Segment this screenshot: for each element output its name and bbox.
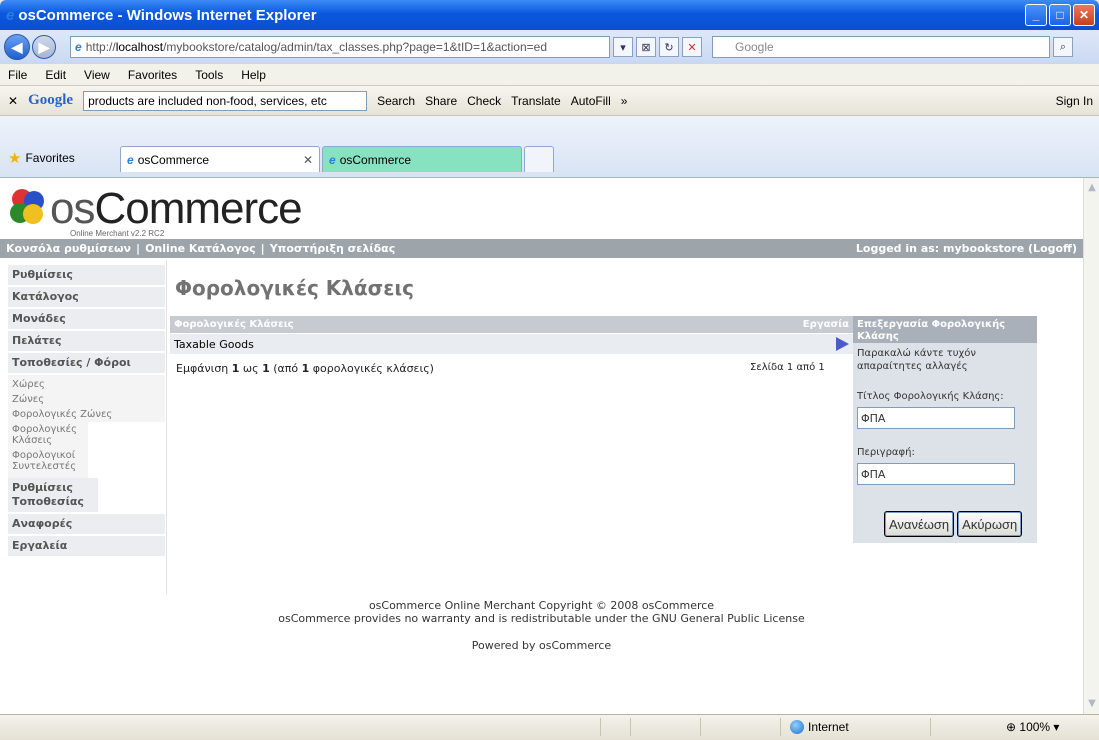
sidebar-item-location-settings[interactable]: Ρυθμίσεις Τοποθεσίας <box>8 478 98 513</box>
refresh-button[interactable]: ↻ <box>659 37 679 57</box>
favorites-button[interactable]: ★ Favorites <box>8 149 75 167</box>
back-button[interactable]: ◀ <box>4 34 30 60</box>
title-bar: e osCommerce - Windows Internet Explorer… <box>0 0 1099 30</box>
close-tab-icon[interactable]: ✕ <box>303 153 313 167</box>
description-label: Περιγραφή: <box>857 447 915 458</box>
online-catalog-link[interactable]: Online Κατάλογος <box>145 242 256 255</box>
edit-intro: Παρακαλώ κάντε τυχόν απαραίτητες αλλαγές <box>857 348 976 372</box>
license-text: osCommerce provides no warranty and is r… <box>278 612 805 625</box>
zoom-level[interactable]: ⊕ 100% ▾ <box>1006 720 1059 734</box>
menu-help[interactable]: Help <box>241 68 266 82</box>
sidebar-sub-tax-classes[interactable]: Φορολογικές Κλάσεις <box>8 422 88 448</box>
maximize-button[interactable]: □ <box>1049 4 1071 26</box>
cancel-button[interactable]: Ακύρωση <box>957 511 1023 537</box>
edit-panel-heading: Επεξεργασία Φορολογικής Κλάσης <box>853 316 1037 343</box>
compatibility-icon[interactable]: ⊠ <box>636 37 656 57</box>
address-row: ◀ ▶ e http://localhost/mybookstore/catal… <box>0 30 1099 64</box>
ie-tab-icon: e <box>329 152 336 167</box>
sidebar-item-reports[interactable]: Αναφορές <box>8 514 165 535</box>
edit-panel: Παρακαλώ κάντε τυχόν απαραίτητες αλλαγές… <box>853 343 1037 543</box>
star-icon: ★ <box>8 150 22 167</box>
tax-class-description-input[interactable]: ΦΠΑ <box>857 463 1015 485</box>
footer: osCommerce Online Merchant Copyright © 2… <box>0 599 1083 652</box>
admin-console-link[interactable]: Κονσόλα ρυθμίσεων <box>6 242 131 255</box>
status-bar: Internet ⊕ 100% ▾ <box>0 714 1099 740</box>
powered-by-link[interactable]: Powered by osCommerce <box>0 639 1083 652</box>
selected-arrow-icon <box>836 337 849 351</box>
sidebar-item-catalog[interactable]: Κατάλογος <box>8 287 165 308</box>
tax-class-name: Taxable Goods <box>174 337 254 351</box>
tab-oscommerce-2[interactable]: e osCommerce <box>322 146 522 172</box>
window-title: osCommerce - Windows Internet Explorer <box>18 6 317 24</box>
logged-in-status[interactable]: Logged in as: mybookstore (Logoff) <box>856 242 1077 255</box>
sidebar-sub-tax-zones[interactable]: Φορολογικές Ζώνες <box>8 407 165 422</box>
scroll-down-icon[interactable]: ▼ <box>1086 698 1098 710</box>
google-search-button[interactable]: Search <box>377 94 415 108</box>
table-row[interactable]: Taxable Goods <box>170 334 853 354</box>
stop-button[interactable]: ✕ <box>682 37 702 57</box>
sidebar-item-locations[interactable]: Τοποθεσίες / Φόροι <box>8 353 165 374</box>
address-bar[interactable]: e http://localhost/mybookstore/catalog/a… <box>70 36 610 58</box>
column-action: Εργασία <box>802 319 849 330</box>
page-title: Φορολογικές Κλάσεις <box>175 276 415 300</box>
admin-header-bar: Κονσόλα ρυθμίσεων | Online Κατάλογος | Υ… <box>0 239 1083 258</box>
pager-info: Εμφάνιση 1 ως 1 (από 1 φορολογικές κλάσε… <box>176 362 434 375</box>
favorites-tab-bar: ★ Favorites e osCommerce ✕ e osCommerce <box>0 116 1099 178</box>
sidebar-item-modules[interactable]: Μονάδες <box>8 309 165 330</box>
menu-view[interactable]: View <box>84 68 110 82</box>
menu-bar: File Edit View Favorites Tools Help <box>0 64 1099 86</box>
sidebar: Ρυθμίσεις Κατάλογος Μονάδες Πελάτες Τοπο… <box>8 265 165 558</box>
browser-window: e osCommerce - Windows Internet Explorer… <box>0 0 1099 740</box>
tab-oscommerce-1[interactable]: e osCommerce ✕ <box>120 146 320 172</box>
google-translate-button[interactable]: Translate <box>511 94 561 108</box>
ie-tab-icon: e <box>127 152 134 167</box>
google-check-button[interactable]: Check <box>467 94 501 108</box>
page-icon: e <box>75 40 82 54</box>
copyright-text: osCommerce Online Merchant Copyright © 2… <box>368 599 715 612</box>
sidebar-item-settings[interactable]: Ρυθμίσεις <box>8 265 165 286</box>
menu-edit[interactable]: Edit <box>45 68 66 82</box>
forward-button[interactable]: ▶ <box>32 35 56 59</box>
google-query-input[interactable]: products are included non-food, services… <box>83 90 368 111</box>
security-zone[interactable]: Internet <box>790 720 849 734</box>
menu-favorites[interactable]: Favorites <box>128 68 177 82</box>
close-toolbar-icon[interactable]: ✕ <box>8 94 18 108</box>
sign-in-button[interactable]: Sign In <box>1056 94 1093 108</box>
table-header: Φορολογικές Κλάσεις Εργασία <box>170 316 853 333</box>
new-tab-button[interactable] <box>524 146 554 172</box>
minimize-button[interactable]: _ <box>1025 4 1047 26</box>
sidebar-sub-zones[interactable]: Ζώνες <box>8 392 165 407</box>
menu-file[interactable]: File <box>8 68 27 82</box>
globe-icon <box>790 720 804 734</box>
google-toolbar: ✕ Google products are included non-food,… <box>0 86 1099 116</box>
vertical-scrollbar[interactable]: ▲ ▼ <box>1083 178 1099 714</box>
page-content: osCommerce Online Merchant v2.2 RC2 Κονσ… <box>0 178 1083 714</box>
search-box[interactable]: Google <box>712 36 1050 58</box>
google-logo: Google <box>28 92 74 108</box>
oscommerce-logo[interactable]: osCommerce Online Merchant v2.2 RC2 <box>8 187 303 238</box>
scroll-up-icon[interactable]: ▲ <box>1086 182 1098 194</box>
support-site-link[interactable]: Υποστήριξη σελίδας <box>270 242 396 255</box>
ie-icon: e <box>6 6 15 24</box>
title-label: Τίτλος Φορολογικής Κλάσης: <box>857 391 1004 402</box>
sidebar-item-customers[interactable]: Πελάτες <box>8 331 165 352</box>
toolbar-more-button[interactable]: » <box>621 94 628 108</box>
menu-tools[interactable]: Tools <box>195 68 223 82</box>
sidebar-sub-tax-rates[interactable]: Φορολογικοί Συντελεστές <box>8 448 88 478</box>
column-tax-classes: Φορολογικές Κλάσεις <box>174 319 294 330</box>
address-dropdown-button[interactable]: ▾ <box>613 37 633 57</box>
page-number: Σελίδα 1 από 1 <box>750 362 825 373</box>
sidebar-sub-countries[interactable]: Χώρες <box>8 375 165 392</box>
google-autofill-button[interactable]: AutoFill <box>571 94 611 108</box>
search-icon[interactable]: ⌕ <box>1053 37 1073 57</box>
google-share-button[interactable]: Share <box>425 94 457 108</box>
logo-ball-icon <box>10 189 44 224</box>
close-button[interactable]: ✕ <box>1073 4 1095 26</box>
tax-class-title-input[interactable]: ΦΠΑ <box>857 407 1015 429</box>
sidebar-item-tools[interactable]: Εργαλεία <box>8 536 165 557</box>
update-button[interactable]: Ανανέωση <box>884 511 955 537</box>
